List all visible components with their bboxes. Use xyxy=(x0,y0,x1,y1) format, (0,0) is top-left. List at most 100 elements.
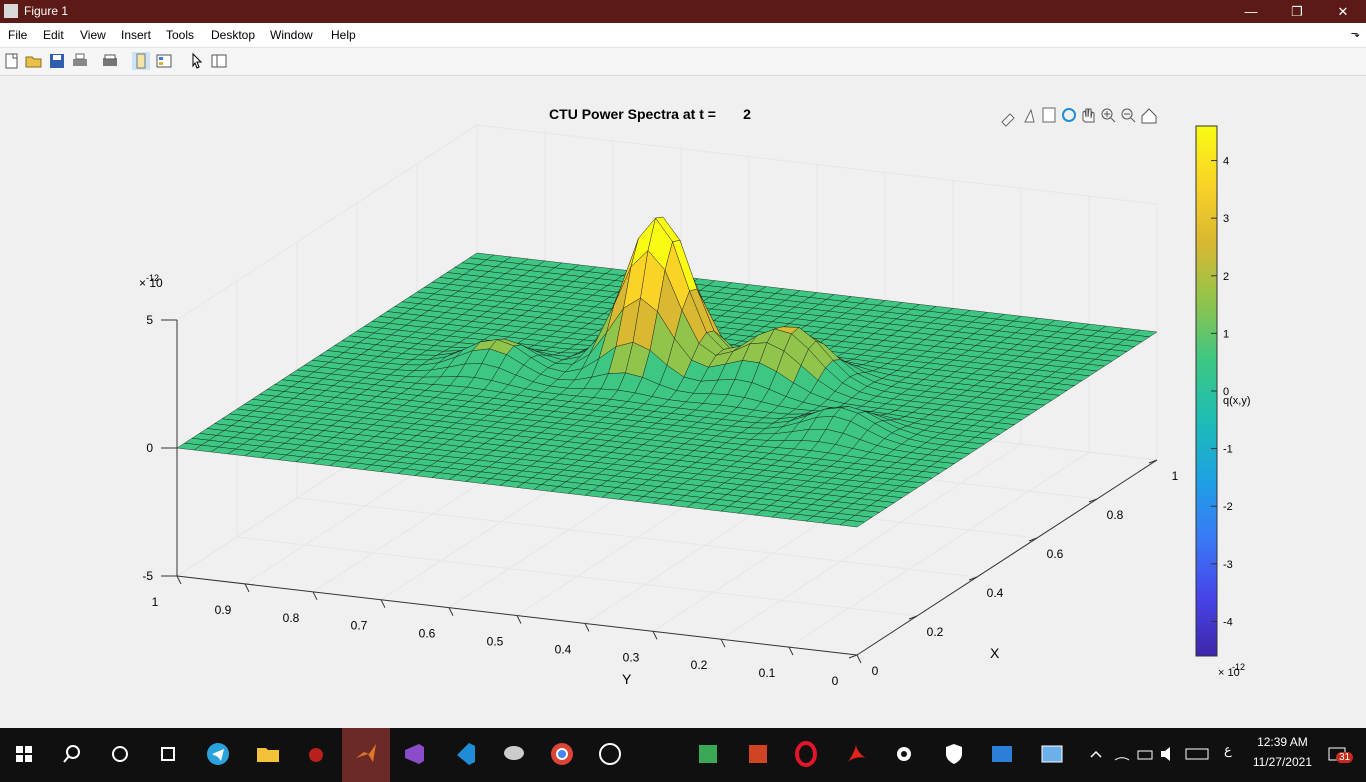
menu-edit[interactable]: Edit xyxy=(43,28,64,42)
windows-start-icon[interactable] xyxy=(10,740,38,768)
menu-insert[interactable]: Insert xyxy=(121,28,151,42)
settings-gear-icon[interactable] xyxy=(890,740,918,768)
paint-app-icon[interactable] xyxy=(500,740,528,768)
export-icon[interactable] xyxy=(1042,107,1056,123)
surface-plot[interactable]: 0 0.2 0.4 0.6 0.8 1 1 0.9 0.8 0.7 0.6 0.5 0.4 0.3 0.2 0… xyxy=(0,76,1366,728)
y-tick xyxy=(856,654,862,664)
colorbar-icon[interactable] xyxy=(155,52,173,70)
minimize-button[interactable]: — xyxy=(1228,0,1274,23)
excel-like-icon[interactable] xyxy=(694,740,722,768)
new-figure-icon[interactable] xyxy=(3,52,21,70)
y-tick-label: 0.5 xyxy=(487,635,504,649)
menu-view[interactable]: View xyxy=(80,28,106,42)
clock-time: 12:39 AM xyxy=(1257,735,1308,749)
cortana-icon[interactable] xyxy=(106,740,134,768)
z-tick-label: 0 xyxy=(146,441,153,455)
menu-desktop[interactable]: Desktop xyxy=(211,28,255,42)
window-titlebar: Figure 1 — ❐ ✕ xyxy=(0,0,1366,23)
vscode-icon[interactable] xyxy=(450,740,478,768)
y-tick xyxy=(448,607,454,616)
colorbar-tick-label: -2 xyxy=(1223,501,1233,513)
whatsapp-icon[interactable] xyxy=(596,740,624,768)
x-tick xyxy=(848,654,858,659)
select-pointer-icon[interactable] xyxy=(188,52,206,70)
show-hidden-icons-icon[interactable] xyxy=(1088,740,1104,768)
colorbar-tick-label: -1 xyxy=(1223,444,1233,456)
security-shield-icon[interactable] xyxy=(940,740,968,768)
action-center-button[interactable]: 31 xyxy=(1326,742,1354,768)
colorbar-tick-label: 3 xyxy=(1223,213,1229,225)
print-icon[interactable] xyxy=(71,52,89,70)
volume-icon[interactable] xyxy=(1158,740,1178,768)
acrobat-icon[interactable] xyxy=(842,740,870,768)
z-tick-label: -5 xyxy=(142,569,153,583)
print-preview-icon[interactable] xyxy=(101,52,119,70)
zoom-in-icon[interactable] xyxy=(1101,108,1116,123)
menu-tools[interactable]: Tools xyxy=(166,28,194,42)
menu-bar: File Edit View Insert Tools Desktop Wind… xyxy=(0,23,1366,48)
y-tick-label: 0.1 xyxy=(759,666,776,680)
battery-icon[interactable] xyxy=(1136,740,1156,768)
network-icon[interactable] xyxy=(1112,740,1132,768)
property-editor-icon[interactable] xyxy=(132,52,150,70)
y-tick-label: 0.3 xyxy=(623,650,640,664)
y-tick xyxy=(788,646,794,656)
brush-icon[interactable] xyxy=(1001,113,1015,127)
zoom-out-icon[interactable] xyxy=(1121,108,1136,123)
photos-icon[interactable] xyxy=(988,740,1016,768)
visual-studio-icon[interactable] xyxy=(400,740,428,768)
z-tick-label: 5 xyxy=(146,313,153,327)
y-tick-label: 0.2 xyxy=(691,658,708,672)
matlab-taskbar-active[interactable] xyxy=(342,728,390,782)
file-explorer-icon[interactable] xyxy=(254,740,282,768)
y-tick-label: 1 xyxy=(152,595,159,609)
colorbar-label: q(x,y) xyxy=(1223,395,1251,407)
chart-title: CTU Power Spectra at t = 2 xyxy=(549,106,751,122)
rotate-3d-icon[interactable] xyxy=(1062,108,1076,122)
y-tick xyxy=(516,615,522,624)
y-axis-label: Y xyxy=(622,671,632,687)
system-clock[interactable]: 12:39 AM 11/27/2021 xyxy=(1253,732,1312,772)
dock-figure-icon[interactable]: ⬎ xyxy=(1351,27,1360,40)
menu-help[interactable]: Help xyxy=(331,28,356,42)
pan-icon[interactable] xyxy=(1082,108,1095,123)
ladybug-app-icon[interactable] xyxy=(302,740,330,768)
figure-canvas: 0 0.2 0.4 0.6 0.8 1 1 0.9 0.8 0.7 0.6 0.5 0.4 0.3 0.2 0… xyxy=(0,76,1366,728)
x-tick-label: 0.8 xyxy=(1107,508,1124,522)
y-tick xyxy=(584,623,590,632)
task-view-icon[interactable] xyxy=(154,740,182,768)
matlab-app-icon xyxy=(4,4,18,18)
menu-window[interactable]: Window xyxy=(270,28,313,42)
open-file-icon[interactable] xyxy=(25,52,43,70)
x-tick-label: 0.6 xyxy=(1047,547,1064,561)
menu-file[interactable]: File xyxy=(8,28,27,42)
powerpoint-like-icon[interactable] xyxy=(744,740,772,768)
plot-browser-icon[interactable] xyxy=(210,52,228,70)
figure-toolbar xyxy=(0,48,1366,76)
x-axis-label: X xyxy=(990,645,1000,661)
y-tick-label: 0.7 xyxy=(351,619,368,633)
image-viewer-icon[interactable] xyxy=(1038,740,1066,768)
close-button[interactable]: ✕ xyxy=(1320,0,1366,23)
y-tick-label: 0.6 xyxy=(419,627,436,641)
colorbar-exponent: -12 xyxy=(1232,662,1245,672)
keyboard-icon[interactable] xyxy=(1184,740,1210,768)
y-tick xyxy=(720,638,726,648)
y-tick xyxy=(312,591,318,601)
y-tick xyxy=(652,631,658,640)
chrome-icon[interactable] xyxy=(548,740,576,768)
z-exponent: -12 xyxy=(146,273,159,283)
home-icon[interactable] xyxy=(1141,108,1157,124)
clock-date: 11/27/2021 xyxy=(1252,755,1312,769)
save-icon[interactable] xyxy=(48,52,66,70)
y-tick-label: 0 xyxy=(832,674,839,688)
restore-button[interactable]: ❐ xyxy=(1274,0,1320,23)
search-icon[interactable] xyxy=(58,740,86,768)
x-tick-label: 1 xyxy=(1172,469,1179,483)
data-tips-icon[interactable] xyxy=(1024,108,1035,123)
y-tick xyxy=(380,599,386,608)
y-tick-label: 0.4 xyxy=(555,642,572,656)
input-language[interactable]: ع xyxy=(1224,742,1232,758)
opera-icon[interactable] xyxy=(792,740,820,768)
telegram-icon[interactable] xyxy=(204,740,232,768)
